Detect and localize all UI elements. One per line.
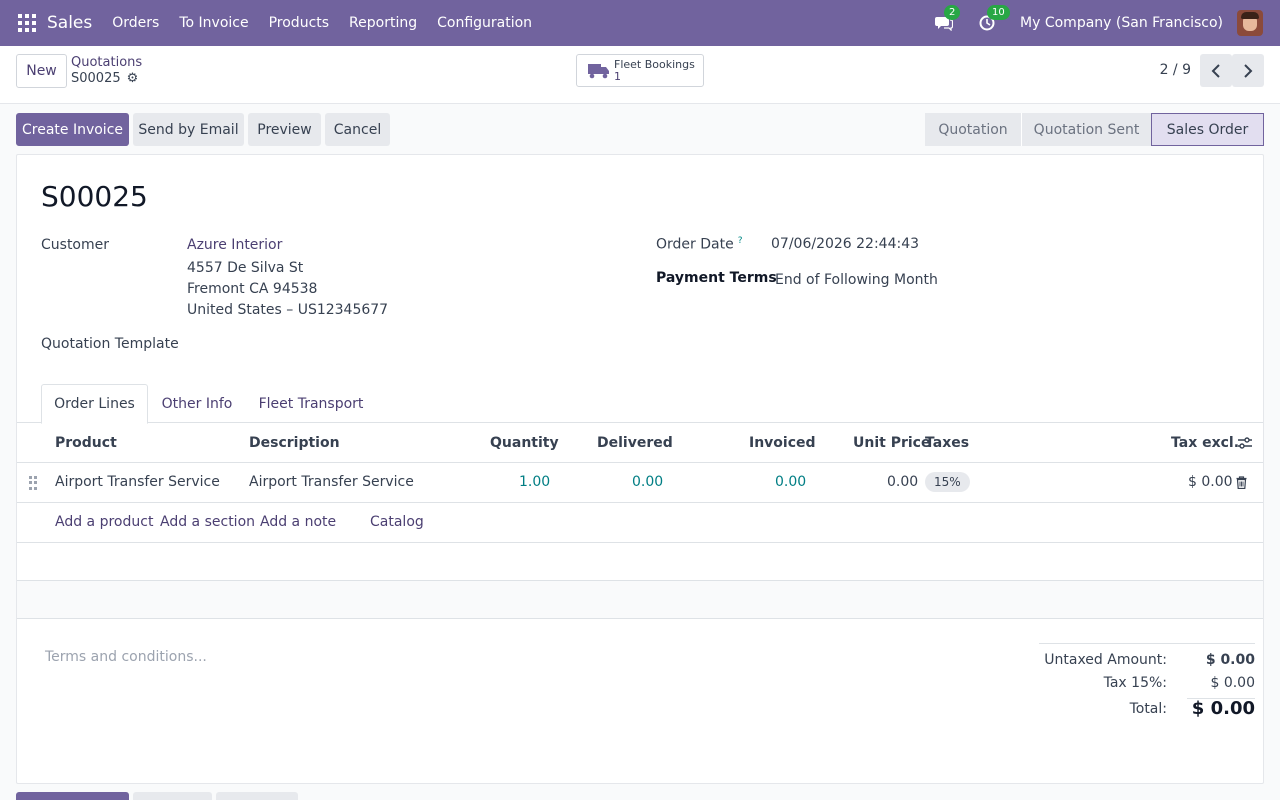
catalog-link[interactable]: Catalog	[370, 514, 424, 530]
col-taxes[interactable]: Taxes	[925, 435, 969, 451]
tab-order-lines[interactable]: Order Lines	[41, 384, 148, 424]
tab-other-info[interactable]: Other Info	[152, 384, 242, 423]
bottom-secondary-button[interactable]	[216, 792, 298, 800]
breadcrumb-quotations[interactable]: Quotations	[71, 55, 142, 70]
messages-button[interactable]: 2	[934, 5, 961, 33]
add-note-link[interactable]: Add a note	[260, 514, 336, 530]
stage-quotation[interactable]: Quotation	[925, 113, 1021, 146]
untaxed-value: $ 0.00	[1205, 652, 1255, 668]
bottom-secondary-button[interactable]	[133, 792, 212, 800]
total-value: $ 0.00	[1191, 698, 1255, 719]
pager-next-button[interactable]	[1232, 54, 1264, 87]
untaxed-label: Untaxed Amount:	[1044, 652, 1167, 668]
order-date-value[interactable]: 07/06/2026 22:44:43	[771, 236, 919, 252]
fleet-bookings-smart-button[interactable]: Fleet Bookings 1	[576, 54, 704, 87]
menu-configuration[interactable]: Configuration	[437, 15, 532, 31]
pager-value[interactable]: 2 / 9	[1160, 62, 1191, 78]
col-invoiced[interactable]: Invoiced	[749, 435, 816, 451]
messages-count-badge: 2	[944, 5, 961, 20]
app-brand[interactable]: Sales	[47, 13, 92, 33]
apps-menu-icon[interactable]	[18, 14, 36, 32]
activities-count-badge: 10	[987, 5, 1010, 20]
stage-sales-order[interactable]: Sales Order	[1151, 113, 1264, 146]
preview-button[interactable]: Preview	[248, 113, 321, 146]
drag-handle-icon[interactable]	[29, 476, 37, 490]
smart-button-label: Fleet Bookings	[614, 57, 695, 71]
col-quantity[interactable]: Quantity	[490, 435, 559, 451]
bottom-primary-button[interactable]	[16, 792, 129, 800]
smart-button-value: 1	[614, 69, 621, 83]
empty-row	[17, 543, 1263, 581]
row-description[interactable]: Airport Transfer Service	[249, 474, 414, 490]
optional-columns-icon[interactable]	[1237, 436, 1253, 450]
order-date-label-text: Order Date	[656, 236, 734, 253]
address-line-3: United States – US12345677	[187, 302, 389, 318]
totals-block: Untaxed Amount: $ 0.00 Tax 15%: $ 0.00 T…	[1039, 643, 1255, 719]
tax-label: Tax 15%:	[1103, 675, 1167, 691]
col-tax-excl[interactable]: Tax excl.	[1171, 435, 1239, 451]
control-panel: New Quotations S00025 ⚙ Fleet Bookings 1…	[0, 46, 1280, 104]
address-line-2: Fremont CA 94538	[187, 281, 318, 297]
row-unit-price[interactable]: 0.00	[887, 474, 918, 490]
total-label: Total:	[1129, 701, 1167, 717]
tax-value: $ 0.00	[1210, 675, 1255, 691]
payment-terms-label: Payment Terms	[656, 270, 777, 286]
quotation-template-label: Quotation Template	[41, 336, 179, 352]
terms-conditions-input[interactable]: Terms and conditions...	[45, 649, 207, 665]
order-date-label: Order Date?	[656, 236, 742, 253]
trash-icon[interactable]	[1236, 476, 1247, 489]
row-invoiced[interactable]: 0.00	[775, 474, 806, 490]
payment-terms-value[interactable]: End of Following Month	[775, 272, 938, 288]
breadcrumb-current-label: S00025	[71, 71, 121, 86]
menu-orders[interactable]: Orders	[112, 15, 159, 31]
user-avatar[interactable]	[1237, 10, 1263, 36]
activities-button[interactable]: 10	[977, 5, 1010, 33]
create-invoice-button[interactable]: Create Invoice	[16, 113, 129, 146]
notebook-tabs: Order Lines Other Info Fleet Transport	[17, 384, 1263, 424]
customer-link[interactable]: Azure Interior	[187, 237, 282, 253]
chevron-right-icon	[1244, 63, 1253, 78]
stage-quotation-label: Quotation	[938, 121, 1008, 138]
form-sheet: S00025 Customer Azure Interior 4557 De S…	[16, 154, 1264, 784]
add-section-link[interactable]: Add a section	[160, 514, 255, 530]
stage-sales-order-label: Sales Order	[1166, 121, 1249, 138]
col-delivered[interactable]: Delivered	[597, 435, 673, 451]
order-lines-header: Product Description Quantity Delivered I…	[17, 423, 1263, 463]
stage-quotation-sent[interactable]: Quotation Sent	[1021, 113, 1151, 146]
order-title: S00025	[41, 180, 148, 213]
new-button[interactable]: New	[16, 54, 67, 88]
row-quantity[interactable]: 1.00	[519, 474, 550, 490]
menu-to-invoice[interactable]: To Invoice	[179, 15, 248, 31]
breadcrumb-current: S00025 ⚙	[71, 71, 138, 86]
row-subtotal: $ 0.00	[1188, 474, 1233, 490]
status-bar: Quotation Quotation Sent Sales Order	[925, 113, 1264, 146]
add-product-link[interactable]: Add a product	[55, 514, 153, 530]
tax-badge[interactable]: 15%	[925, 472, 970, 492]
table-row[interactable]: Airport Transfer Service Airport Transfe…	[17, 463, 1263, 503]
col-unit-price[interactable]: Unit Price	[853, 435, 930, 451]
row-delivered[interactable]: 0.00	[632, 474, 663, 490]
systray: 2 10 My Company (San Francisco)	[934, 0, 1280, 46]
chevron-left-icon	[1211, 63, 1220, 78]
gear-icon[interactable]: ⚙	[127, 71, 139, 86]
company-switcher[interactable]: My Company (San Francisco)	[1020, 15, 1223, 31]
help-icon[interactable]: ?	[738, 236, 743, 246]
empty-row	[17, 581, 1263, 619]
truck-icon	[588, 63, 609, 78]
menu-products[interactable]: Products	[269, 15, 329, 31]
pager-previous-button[interactable]	[1200, 54, 1232, 87]
top-navbar: Sales Orders To Invoice Products Reporti…	[0, 0, 1280, 46]
row-product[interactable]: Airport Transfer Service	[55, 474, 220, 490]
cancel-button[interactable]: Cancel	[325, 113, 390, 146]
send-email-button[interactable]: Send by Email	[133, 113, 244, 146]
add-line-row: Add a product Add a section Add a note C…	[17, 503, 1263, 543]
action-bar: Create Invoice Send by Email Preview Can…	[0, 105, 1280, 154]
col-description[interactable]: Description	[249, 435, 340, 451]
menu-reporting[interactable]: Reporting	[349, 15, 417, 31]
customer-label: Customer	[41, 237, 110, 253]
stage-quotation-sent-label: Quotation Sent	[1033, 121, 1140, 138]
col-product[interactable]: Product	[55, 435, 117, 451]
address-line-1: 4557 De Silva St	[187, 260, 304, 276]
tab-fleet-transport[interactable]: Fleet Transport	[249, 384, 373, 423]
